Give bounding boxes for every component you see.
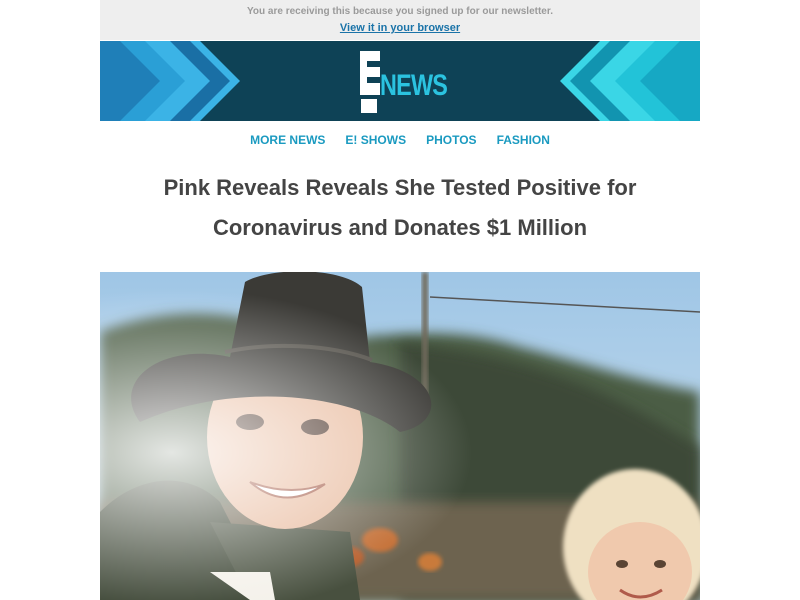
nav-e-shows[interactable]: E! SHOWS [345,132,406,150]
article-headline[interactable]: Pink Reveals Reveals She Tested Positive… [100,168,700,248]
view-in-browser-link[interactable]: View it in your browser [100,22,700,34]
preheader-text: You are receiving this because you signe… [246,6,553,17]
nav-more-news[interactable]: MORE NEWS [250,132,325,150]
hero-photo-illustration [100,272,700,600]
email-body: You are receiving this because you signe… [0,0,800,600]
top-nav: MORE NEWS E! SHOWS PHOTOS FASHION [100,132,700,150]
nav-photos[interactable]: PHOTOS [426,132,476,150]
e-news-logo-icon [360,51,380,113]
chevron-decoration-left [100,41,240,121]
headline-line-1: Pink Reveals Reveals She Tested Positive… [163,175,637,200]
header-banner: NEWS [100,41,700,121]
chevron-decoration-right [560,41,700,121]
e-news-logo[interactable]: NEWS [358,49,448,115]
hero-photo[interactable] [100,272,700,600]
preheader: You are receiving this because you signe… [100,0,700,40]
nav-fashion[interactable]: FASHION [497,132,550,150]
logo-word: NEWS [380,69,448,102]
headline-line-2: Coronavirus and Donates $1 Million [212,215,588,240]
